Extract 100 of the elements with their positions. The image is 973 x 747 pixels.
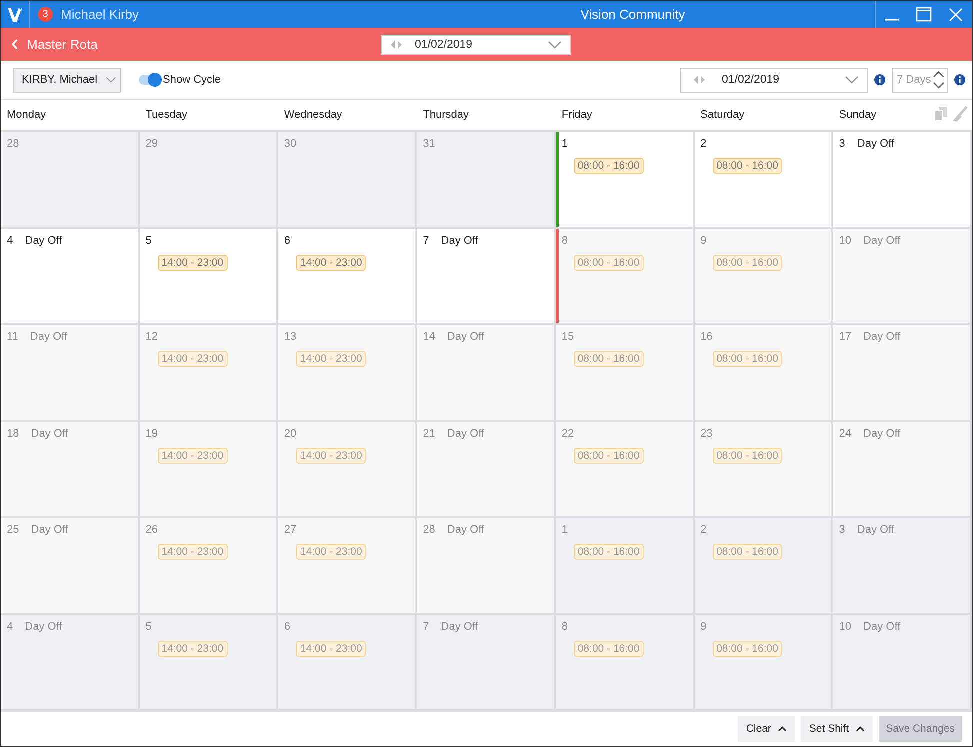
calendar-day[interactable]: 24 Day Off	[833, 422, 972, 518]
spin-arrows-icon[interactable]	[933, 71, 945, 89]
calendar-day[interactable]: 10 Day Off	[833, 614, 972, 711]
calendar-day[interactable]: 8 08:00 - 16:00	[556, 228, 695, 325]
calendar-day[interactable]: 17 Day Off	[833, 325, 972, 422]
calendar-day[interactable]: 7 Day Off	[417, 228, 556, 325]
shift-chip[interactable]: 14:00 - 23:00	[158, 254, 228, 270]
calendar-day[interactable]: 18 Day Off	[1, 422, 140, 518]
calendar-day[interactable]: 19 14:00 - 23:00	[140, 422, 278, 518]
calendar-day[interactable]: 3 Day Off	[833, 132, 972, 228]
weekday-header: Friday	[560, 109, 592, 121]
day-number: 22	[562, 428, 574, 440]
day-number: 26	[146, 524, 158, 536]
calendar-day[interactable]: 27 14:00 - 23:00	[278, 518, 418, 614]
shift-chip[interactable]: 08:00 - 16:00	[712, 448, 782, 464]
calendar-day[interactable]: 14 Day Off	[417, 325, 556, 422]
calendar-day[interactable]: 15 08:00 - 16:00	[556, 325, 695, 422]
calendar-day[interactable]: 7 Day Off	[417, 614, 556, 711]
shift-chip[interactable]: 14:00 - 23:00	[158, 544, 228, 560]
footer-button[interactable]: Clear	[738, 716, 796, 742]
calendar-day[interactable]: 5 14:00 - 23:00	[140, 614, 278, 711]
shift-chip[interactable]: 14:00 - 23:00	[296, 544, 366, 560]
day-number: 8	[562, 234, 568, 246]
calendar-day[interactable]: 26 14:00 - 23:00	[140, 518, 278, 614]
day-off-label: Day Off	[864, 234, 901, 246]
shift-chip[interactable]: 08:00 - 16:00	[574, 158, 644, 174]
caret-icon	[856, 726, 866, 732]
shift-chip[interactable]: 14:00 - 23:00	[296, 640, 366, 656]
shift-chip[interactable]: 14:00 - 23:00	[158, 351, 228, 367]
shift-chip[interactable]: 08:00 - 16:00	[574, 351, 644, 367]
calendar-day[interactable]: 29	[140, 132, 278, 228]
back-button[interactable]: Master Rota	[1, 36, 381, 53]
day-number: 23	[700, 428, 713, 440]
calendar-day[interactable]: 9 08:00 - 16:00	[694, 614, 834, 711]
shift-chip[interactable]: 08:00 - 16:00	[574, 254, 644, 270]
shift-chip[interactable]: 08:00 - 16:00	[574, 544, 644, 560]
calendar-day[interactable]: 10 Day Off	[833, 228, 972, 325]
calendar-day[interactable]: 12 14:00 - 23:00	[140, 325, 278, 422]
notification-badge[interactable]: 3	[38, 7, 53, 22]
calendar-day[interactable]: 11 Day Off	[1, 325, 140, 422]
date-picker[interactable]: 01/02/2019	[680, 68, 868, 92]
weekday-header: Tuesday	[144, 109, 188, 121]
calendar-day[interactable]: 6 14:00 - 23:00	[278, 614, 418, 711]
day-number: 19	[146, 428, 158, 440]
calendar-day[interactable]: 28 Day Off	[417, 518, 556, 614]
calendar-day[interactable]: 4 Day Off	[1, 614, 140, 711]
shift-chip[interactable]: 08:00 - 16:00	[712, 158, 782, 174]
day-number: 1	[562, 524, 568, 536]
shift-chip[interactable]: 08:00 - 16:00	[574, 640, 644, 656]
info-icon[interactable]	[954, 74, 966, 86]
day-off-label: Day Off	[857, 138, 894, 150]
calendar-day[interactable]: 23 08:00 - 16:00	[694, 422, 834, 518]
calendar-day[interactable]: 20 14:00 - 23:00	[278, 422, 418, 518]
shift-chip[interactable]: 14:00 - 23:00	[296, 254, 366, 270]
shift-chip[interactable]: 08:00 - 16:00	[712, 544, 782, 560]
calendar-day[interactable]: 31	[417, 132, 556, 228]
calendar-day[interactable]: 16 08:00 - 16:00	[694, 325, 834, 422]
day-off-label: Day Off	[441, 620, 478, 632]
calendar-day[interactable]: 5 14:00 - 23:00	[140, 228, 278, 325]
shift-chip[interactable]: 14:00 - 23:00	[158, 640, 228, 656]
info-icon[interactable]	[874, 74, 886, 86]
footer-button[interactable]: Set Shift	[801, 716, 874, 742]
day-off-label: Day Off	[30, 331, 68, 343]
calendar-day[interactable]: 30	[278, 132, 418, 228]
show-cycle-toggle[interactable]	[139, 75, 161, 85]
day-number: 7	[423, 234, 430, 246]
day-number: 14	[423, 331, 436, 343]
shift-chip[interactable]: 08:00 - 16:00	[712, 640, 782, 656]
calendar-day[interactable]: 8 08:00 - 16:00	[556, 614, 695, 711]
shift-chip[interactable]: 14:00 - 23:00	[158, 448, 228, 464]
staff-dropdown[interactable]: KIRBY, Michael	[13, 68, 121, 92]
day-off-label: Day Off	[864, 331, 901, 343]
days-spinner[interactable]: 7 Days	[892, 68, 948, 92]
calendar-day[interactable]: 6 14:00 - 23:00	[278, 228, 418, 325]
maximize-icon[interactable]	[916, 6, 932, 22]
shift-chip[interactable]: 08:00 - 16:00	[574, 448, 644, 464]
day-number: 17	[839, 331, 852, 343]
weekday-header: Thursday	[422, 109, 469, 121]
page-title: Master Rota	[27, 37, 98, 52]
shift-chip[interactable]: 14:00 - 23:00	[296, 448, 366, 464]
calendar-day[interactable]: 4 Day Off	[1, 228, 140, 325]
calendar-day[interactable]: 1 08:00 - 16:00	[556, 132, 695, 228]
day-off-label: Day Off	[447, 331, 484, 343]
calendar-day[interactable]: 2 08:00 - 16:00	[694, 132, 834, 228]
calendar-day[interactable]: 21 Day Off	[417, 422, 556, 518]
calendar-day[interactable]: 28	[1, 132, 140, 228]
calendar-day[interactable]: 22 08:00 - 16:00	[556, 422, 695, 518]
shift-chip[interactable]: 14:00 - 23:00	[296, 351, 366, 367]
calendar-day[interactable]: 25 Day Off	[1, 518, 140, 614]
close-icon[interactable]	[948, 6, 964, 22]
calendar-day[interactable]: 1 08:00 - 16:00	[556, 518, 695, 614]
shift-chip[interactable]: 08:00 - 16:00	[712, 254, 782, 270]
shift-chip[interactable]: 08:00 - 16:00	[712, 351, 782, 367]
day-number: 13	[284, 331, 297, 343]
calendar-day[interactable]: 13 14:00 - 23:00	[278, 325, 418, 422]
calendar-day[interactable]: 3 Day Off	[833, 518, 972, 614]
calendar-day[interactable]: 9 08:00 - 16:00	[694, 228, 834, 325]
calendar-day[interactable]: 2 08:00 - 16:00	[694, 518, 834, 614]
day-number: 6	[284, 234, 291, 246]
date-picker[interactable]: 01/02/2019	[381, 34, 571, 54]
